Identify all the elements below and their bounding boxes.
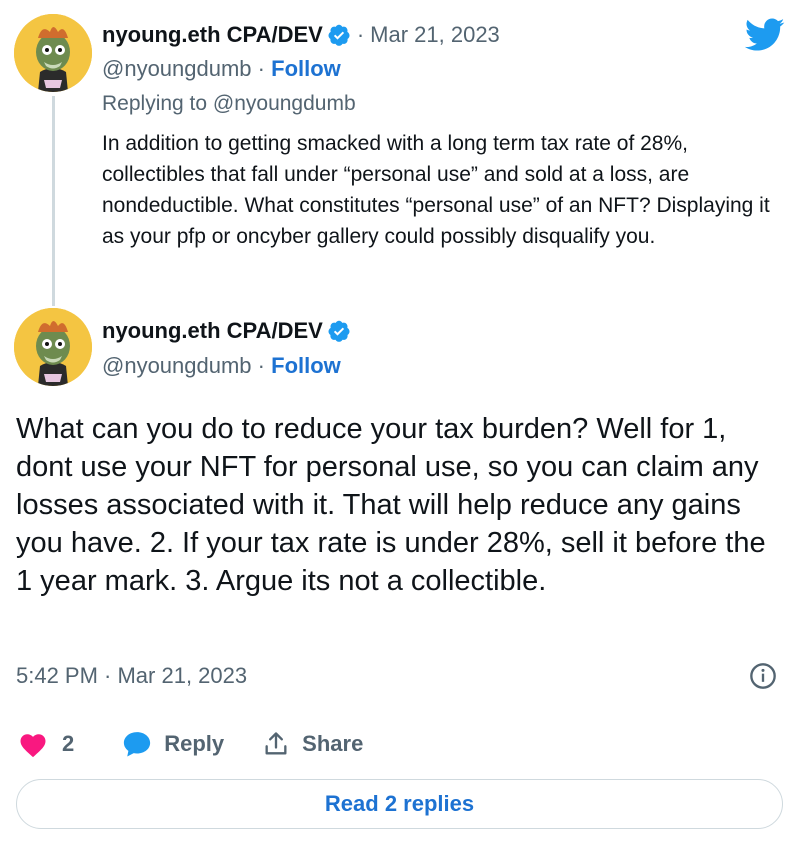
reply-handle-row: @nyoungdumb · Follow <box>102 56 341 82</box>
like-count: 2 <box>62 731 75 756</box>
follow-button[interactable]: Follow <box>271 56 341 81</box>
author-name[interactable]: nyoung.eth CPA/DEV <box>102 318 323 344</box>
reply-button[interactable]: Reply <box>122 730 224 758</box>
info-icon[interactable] <box>749 662 777 690</box>
follow-button[interactable]: Follow <box>271 353 341 378</box>
replying-to: Replying to @nyoungdumb <box>102 92 356 115</box>
heart-icon <box>20 734 46 758</box>
separator-dot: · <box>356 22 365 47</box>
speech-bubble-icon <box>124 732 151 757</box>
separator-dot: · <box>257 56 272 81</box>
separator-dot: · <box>257 353 272 378</box>
tweet-date[interactable]: Mar 21, 2023 <box>370 22 500 48</box>
author-name[interactable]: nyoung.eth CPA/DEV <box>102 22 323 48</box>
reply-author-row: nyoung.eth CPA/DEV · Mar 21, 2023 <box>102 22 500 48</box>
author-handle[interactable]: @nyoungdumb <box>102 353 252 378</box>
share-upload-icon <box>265 732 287 755</box>
avatar[interactable] <box>14 308 92 386</box>
avatar[interactable] <box>14 14 92 92</box>
thread-line <box>52 96 55 306</box>
read-replies-button[interactable]: Read 2 replies <box>16 779 783 829</box>
share-button[interactable]: Share <box>262 730 363 758</box>
share-label: Share <box>302 731 364 756</box>
like-button[interactable]: 2 <box>18 730 74 758</box>
tweet-actions: 2 Reply Share <box>18 726 363 762</box>
author-handle[interactable]: @nyoungdumb <box>102 56 252 81</box>
twitter-bird-icon[interactable] <box>745 18 785 52</box>
main-tweet-text: What can you do to reduce your tax burde… <box>16 413 766 597</box>
main-handle-row: @nyoungdumb · Follow <box>102 353 341 379</box>
reply-tweet-text: In addition to getting smacked with a lo… <box>102 132 770 248</box>
reply-label: Reply <box>164 731 225 756</box>
verified-badge-icon <box>328 24 350 46</box>
verified-badge-icon <box>328 320 350 342</box>
main-author-row: nyoung.eth CPA/DEV <box>102 318 351 344</box>
tweet-timestamp[interactable]: 5:42 PM · Mar 21, 2023 <box>16 663 247 689</box>
